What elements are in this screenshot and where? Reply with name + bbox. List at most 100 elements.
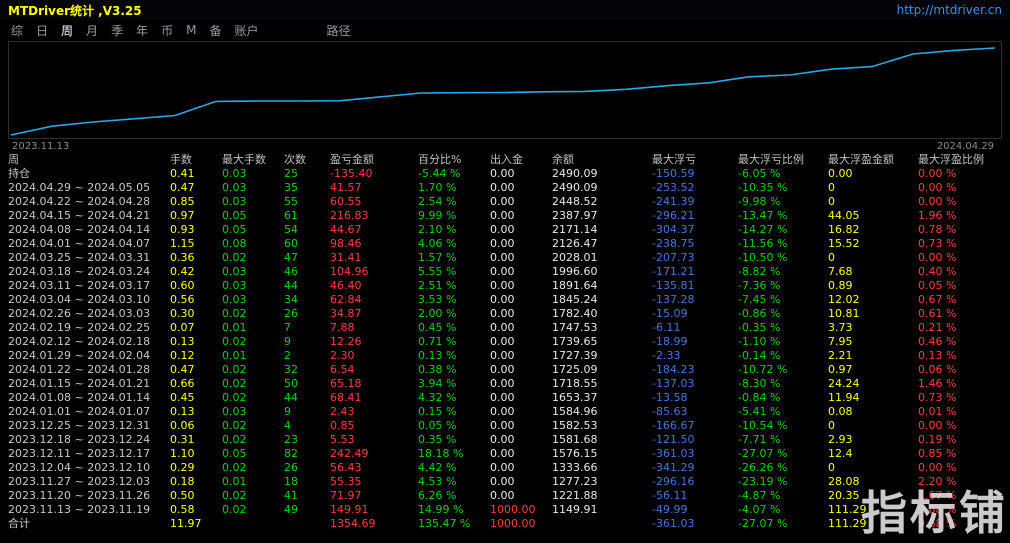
table-cell: 47 [284,251,298,264]
table-cell: 9 [284,335,291,348]
table-row: 2024.04.08 ~ 2024.04.14 0.93 0.05 54 44.67 2.… [8,223,1004,237]
table-cell: 0.02 [222,391,247,404]
menu-item-季[interactable]: 季 [110,22,124,39]
table-cell: 60.55 [330,195,362,208]
table-cell: 0.13 [170,405,195,418]
table-cell: 0.01 % [918,405,957,418]
menu-item-日[interactable]: 日 [35,22,49,39]
chart-start-date-label: 2023.11.13 [12,141,70,152]
menu-item-月[interactable]: 月 [85,22,99,39]
table-cell: 2024.03.25 ~ 2024.03.31 [8,251,151,264]
table-cell: 2028.01 [552,251,598,264]
table-cell: 0.02 [222,461,247,474]
table-cell: 1581.68 [552,433,598,446]
menu-item-路径[interactable]: 路径 [326,22,352,39]
table-cell: 2.54 % [418,195,457,208]
table-row: 2023.12.04 ~ 2023.12.10 0.29 0.02 26 56.43 4.… [8,461,1004,475]
column-header: 百分比% [418,153,462,166]
table-cell: 0.03 [222,279,247,292]
table-cell: 0.00 [490,405,515,418]
table-cell: -171.21 [652,265,695,278]
table-cell: 20.35 [828,489,860,502]
table-cell: 5.55 % [418,265,457,278]
table-cell: 0.12 [170,349,195,362]
menu-item-周[interactable]: 周 [60,22,74,39]
table-cell: 14.99 % [418,503,464,516]
table-cell: 111.29 [828,503,867,516]
table-cell: 16.82 [828,223,860,236]
table-cell: 0.00 [490,251,515,264]
table-cell: 65.18 [330,377,362,390]
table-cell: 0.38 % [418,363,457,376]
table-cell: 2.00 % [418,307,457,320]
table-cell: 2023.12.04 ~ 2023.12.10 [8,461,151,474]
table-cell: 0.89 [828,279,853,292]
column-header: 最大浮盈金额 [828,153,894,166]
table-cell: 0.45 [170,391,195,404]
menu-item-账户[interactable]: 账户 [233,22,259,39]
table-cell: -2.33 [652,349,681,362]
table-cell: 1333.66 [552,461,598,474]
table-cell: 0.05 % [418,419,457,432]
table-cell: 55 [284,195,298,208]
table-cell: 44 [284,391,298,404]
table-cell: 0.93 [170,223,195,236]
table-cell: -296.21 [652,209,695,222]
table-cell: 1653.37 [552,391,598,404]
menu-item-综[interactable]: 综 [10,22,24,39]
table-cell: 0.71 % [418,335,457,348]
table-header-row: 周 手数 最大手数 次数 盈亏金额 百分比% 出入金 余额 最大浮亏 最大浮亏比例 最大浮盈金额 最大… [8,153,1004,167]
website-link[interactable]: http://mtdriver.cn [897,3,1002,17]
table-cell: 7 [284,321,291,334]
table-row: 2024.01.22 ~ 2024.01.28 0.47 0.02 32 6.54 0.3… [8,363,1004,377]
table-cell: 0.03 [222,195,247,208]
table-cell: 60 [284,237,298,250]
table-cell: -0.86 % [738,307,781,320]
menu-item-M[interactable]: M [185,23,197,37]
table-cell: 0.03 [222,167,247,180]
table-cell: 0.00 [828,167,853,180]
table-cell: 2171.14 [552,223,598,236]
table-cell: -0.35 % [738,321,781,334]
table-cell: 1277.23 [552,475,598,488]
table-cell: 0.02 [222,335,247,348]
table-cell: 1576.15 [552,447,598,460]
table-cell: 0.00 [490,307,515,320]
table-cell: 0.02 [222,433,247,446]
table-row: 2024.03.18 ~ 2024.03.24 0.42 0.03 46 104.96 5… [8,265,1004,279]
table-row: 2024.04.29 ~ 2024.05.05 0.47 0.03 35 41.57 1.… [8,181,1004,195]
table-cell: 0.01 [222,321,247,334]
table-cell: -10.72 % [738,363,788,376]
table-cell: 6.54 [330,363,355,376]
table-cell: 1.67 % [918,489,957,502]
table-row: 2023.11.27 ~ 2023.12.03 0.18 0.01 18 55.35 4.… [8,475,1004,489]
table-cell: 0.85 [330,419,355,432]
table-cell: 2.20 % [918,475,957,488]
table-cell: 6.26 % [418,489,457,502]
table-cell: 2024.01.01 ~ 2024.01.07 [8,405,151,418]
table-cell: -6.05 % [738,167,781,180]
table-cell: 0.19 % [918,433,957,446]
table-cell: 0.42 [170,265,195,278]
table-cell: 135.47 % [418,517,471,530]
table-cell: 2024.02.19 ~ 2024.02.25 [8,321,151,334]
table-cell: 111.29 [828,517,867,530]
menu-item-备[interactable]: 备 [208,22,222,39]
table-cell: 0.07 [170,321,195,334]
table-cell: 0.29 [170,461,195,474]
table-cell: 1354.69 [330,517,376,530]
table-cell: 44.67 [330,223,362,236]
table-cell: 0.00 [490,489,515,502]
table-cell: 0.00 [490,209,515,222]
table-cell: 0.67 % [918,293,957,306]
table-cell: -241.39 [652,195,695,208]
menu-item-币[interactable]: 币 [160,22,174,39]
table-cell: 1718.55 [552,377,598,390]
table-cell: -11.56 % [738,237,788,250]
menu-item-年[interactable]: 年 [135,22,149,39]
column-header: 出入金 [490,153,523,166]
column-header: 最大手数 [222,153,266,166]
table-row: 2023.12.18 ~ 2023.12.24 0.31 0.02 23 5.53 0.3… [8,433,1004,447]
table-cell: -7.45 % [738,293,781,306]
table-cell: -137.28 [652,293,695,306]
